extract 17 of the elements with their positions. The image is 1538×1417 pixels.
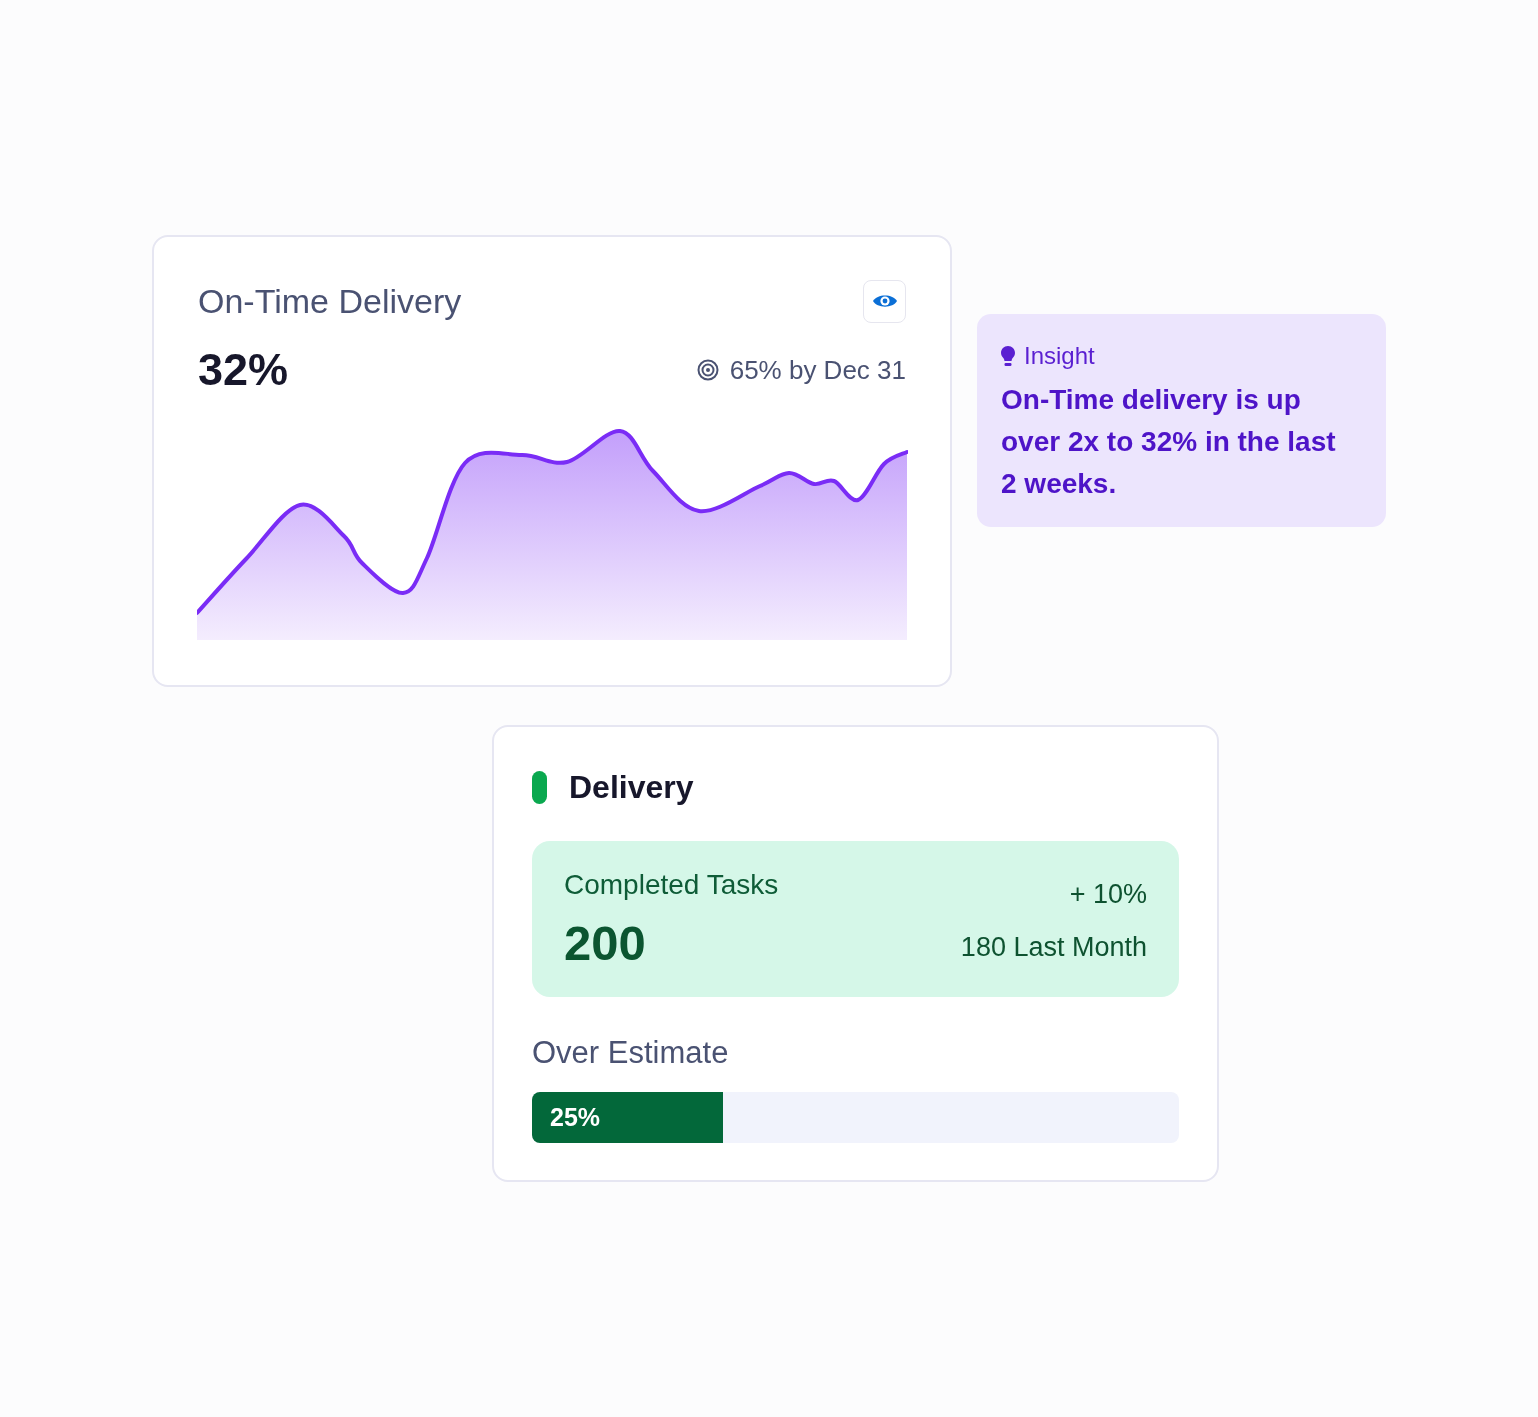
- change-label: + 10%: [1069, 878, 1147, 911]
- target-icon: [696, 359, 719, 381]
- stat-value: 200: [564, 915, 646, 971]
- view-button[interactable]: [863, 279, 906, 323]
- progress-reading: 25%: [550, 1103, 601, 1132]
- metric-value: 32%: [198, 346, 289, 394]
- card-title: On-Time Delivery: [198, 281, 462, 322]
- card-title: Delivery: [569, 768, 694, 806]
- insight-label: Insight: [1024, 342, 1095, 370]
- stat-label: Completed Tasks: [564, 868, 779, 902]
- insight-text: On-Time delivery is up over 2x to 32% in the last 2 weeks.: [1001, 383, 1337, 501]
- previous-value: 180 Last Month: [960, 931, 1147, 964]
- lightbulb-icon: [1001, 345, 1015, 367]
- status-marker-icon: [532, 770, 547, 804]
- target-label: 65% by Dec 31: [729, 354, 906, 386]
- progress-label: Over Estimate: [532, 1034, 730, 1072]
- eye-icon: [871, 292, 898, 310]
